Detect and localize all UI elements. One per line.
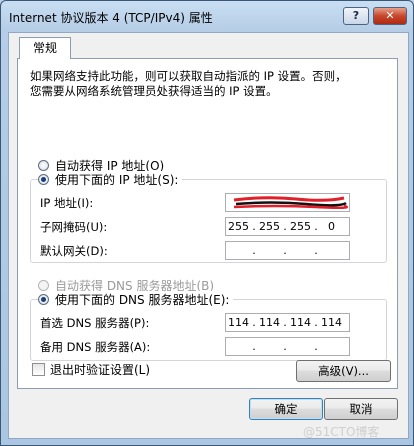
window-title: Internet 协议版本 4 (TCP/IPv4) 属性: [9, 11, 213, 25]
cancel-button[interactable]: 取消: [324, 398, 398, 420]
watermark: @51CTO博客: [303, 425, 380, 439]
subnet-octet-1: 255: [228, 220, 249, 233]
subnet-mask-label: 子网掩码(U):: [40, 220, 108, 234]
ip-manual-label: 使用下面的 IP 地址(S):: [55, 172, 179, 187]
preferred-octet-1: 114: [228, 316, 249, 329]
ok-button[interactable]: 确定: [249, 398, 323, 420]
intro-line-1: 如果网络支持此功能，则可以获取自动指派的 IP 设置。否则，: [30, 69, 347, 83]
subnet-mask-field[interactable]: 255. 255. 255. 0: [225, 217, 350, 236]
dialog-window: Internet 协议版本 4 (TCP/IPv4) 属性 ? ✕ 常规 如果网…: [0, 0, 414, 446]
alternate-dot: .: [314, 340, 318, 353]
help-button[interactable]: ?: [343, 7, 369, 25]
alternate-dns-label: 备用 DNS 服务器(A):: [40, 340, 151, 354]
advanced-button[interactable]: 高级(V)...: [296, 360, 391, 382]
intro-line-2: 您需要从网络系统管理员处获得适当的 IP 设置。: [30, 84, 278, 98]
title-bar[interactable]: Internet 协议版本 4 (TCP/IPv4) 属性 ? ✕: [1, 1, 413, 31]
dns-manual-label: 使用下面的 DNS 服务器地址(E):: [55, 292, 230, 307]
preferred-dns-field[interactable]: 114. 114. 114. 114: [225, 313, 350, 332]
ip-auto-radio-button[interactable]: [38, 159, 49, 171]
ip-address-label: IP 地址(I):: [40, 196, 94, 210]
subnet-octet-3: 255: [290, 220, 311, 233]
preferred-octet-4: 114: [321, 316, 342, 329]
alternate-dot: .: [252, 340, 256, 353]
dns-auto-radio-button[interactable]: [38, 279, 49, 291]
gateway-dot: .: [252, 244, 256, 257]
gateway-dot: .: [283, 244, 287, 257]
dns-manual-radio-button[interactable]: [38, 293, 49, 305]
validate-checkbox-box[interactable]: [32, 363, 45, 376]
alternate-dot: .: [283, 340, 287, 353]
close-button[interactable]: ✕: [373, 7, 407, 25]
alternate-dns-field[interactable]: . . .: [225, 337, 350, 356]
default-gateway-label: 默认网关(D):: [40, 244, 108, 258]
ip-address-field[interactable]: [225, 193, 350, 212]
gateway-dot: .: [314, 244, 318, 257]
ip-manual-radio-button[interactable]: [38, 173, 49, 185]
preferred-dns-label: 首选 DNS 服务器(P):: [40, 316, 150, 330]
default-gateway-field[interactable]: . . .: [225, 241, 350, 260]
preferred-octet-2: 114: [259, 316, 280, 329]
ip-manual-radio[interactable]: 使用下面的 IP 地址(S):: [38, 171, 183, 187]
validate-on-exit-checkbox[interactable]: 退出时验证设置(L): [32, 361, 150, 378]
dns-manual-radio[interactable]: 使用下面的 DNS 服务器地址(E):: [38, 291, 234, 307]
redacted-scribble: [233, 196, 348, 210]
subnet-octet-2: 255: [259, 220, 280, 233]
tab-general[interactable]: 常规: [19, 37, 71, 59]
subnet-octet-4: 0: [328, 220, 335, 233]
preferred-octet-3: 114: [290, 316, 311, 329]
tab-page-general: 如果网络支持此功能，则可以获取自动指派的 IP 设置。否则， 您需要从网络系统管…: [17, 58, 398, 389]
validate-checkbox-label: 退出时验证设置(L): [50, 363, 151, 377]
dialog-client-area: 常规 如果网络支持此功能，则可以获取自动指派的 IP 设置。否则， 您需要从网络…: [8, 32, 409, 439]
intro-text: 如果网络支持此功能，则可以获取自动指派的 IP 设置。否则， 您需要从网络系统管…: [30, 69, 370, 99]
